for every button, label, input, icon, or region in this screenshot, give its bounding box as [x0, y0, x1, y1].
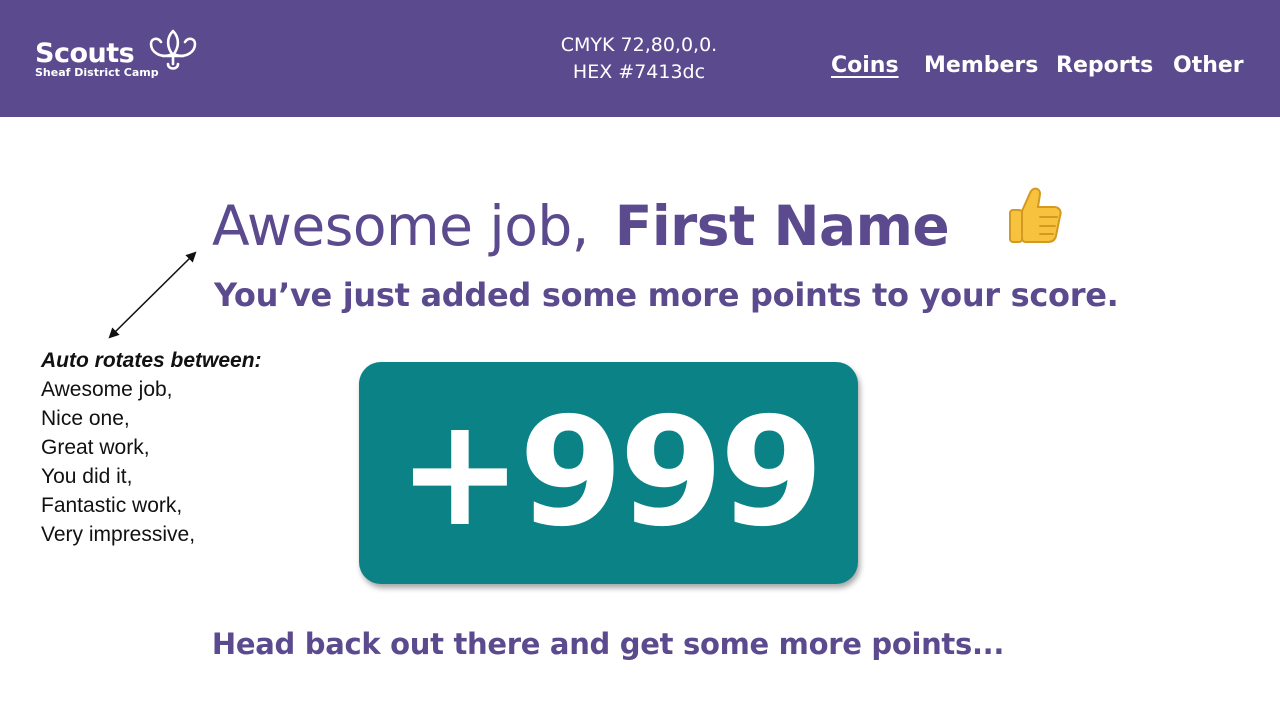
rotation-note: Auto rotates between: Awesome job, Nice … — [41, 346, 262, 549]
footer-message: Head back out there and get some more po… — [211, 627, 1005, 661]
note-title: Auto rotates between: — [41, 349, 262, 372]
brand-subtitle: Sheaf District Camp — [35, 66, 159, 79]
member-name: First Name — [614, 194, 950, 258]
thumbs-up-icon — [1009, 187, 1062, 243]
double-arrow-icon — [108, 251, 197, 339]
note-item: Very impressive, — [41, 523, 196, 546]
brand-logo[interactable]: Scouts Sheaf District Camp — [35, 38, 159, 80]
nav-coins[interactable]: Coins — [831, 52, 899, 80]
note-item: Fantastic work, — [41, 494, 183, 517]
page: Scouts Sheaf District Camp CMYK 72,80,0,… — [0, 0, 1280, 720]
nav-reports[interactable]: Reports — [1056, 52, 1153, 80]
header-bar: Scouts Sheaf District Camp CMYK 72,80,0,… — [0, 0, 1280, 117]
note-item: You did it, — [41, 465, 133, 488]
nav-other[interactable]: Other — [1173, 52, 1244, 80]
cmyk-label: CMYK 72,80,0,0. — [560, 34, 718, 56]
note-item: Awesome job, — [41, 378, 173, 401]
headline: Awesome job, First Name — [212, 188, 950, 264]
nav-members[interactable]: Members — [924, 52, 1038, 80]
note-item: Nice one, — [41, 407, 130, 430]
score-badge: +999 — [359, 362, 858, 584]
note-item: Great work, — [41, 436, 150, 459]
fleur-de-lis-icon — [149, 29, 197, 70]
subline: You’ve just added some more points to yo… — [214, 276, 1119, 314]
hex-label: HEX #7413dc — [572, 61, 706, 83]
score-value: +999 — [397, 386, 824, 560]
greeting-text: Awesome job, — [212, 194, 589, 258]
color-info: CMYK 72,80,0,0. HEX #7413dc — [500, 32, 778, 86]
